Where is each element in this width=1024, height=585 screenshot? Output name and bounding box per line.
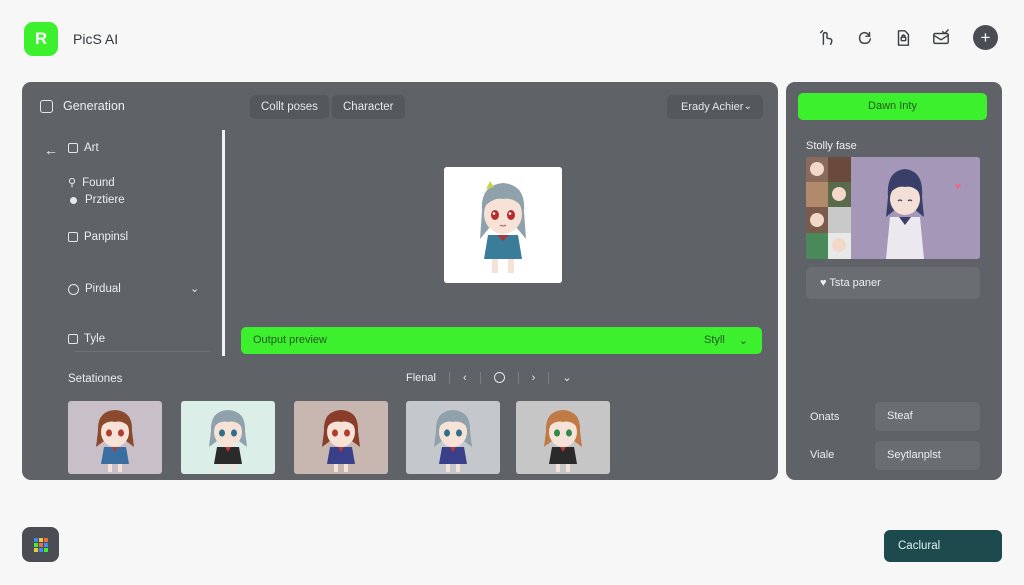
field-label: Viale — [810, 449, 835, 461]
app-logo[interactable]: R — [24, 22, 58, 56]
selection-controls: Flenal ‹ › ⌄ — [406, 371, 572, 384]
mail-check-icon[interactable] — [929, 26, 953, 50]
test-panel-label: Tsta paner — [829, 277, 881, 289]
add-button[interactable]: + — [973, 25, 998, 50]
dot-icon — [70, 196, 77, 204]
top-bar: R PicS AI + — [0, 0, 1024, 78]
style-panel: Dawn Inty Stolly fase ♥ Tsta paner Onats… — [786, 82, 1002, 480]
back-arrow-icon[interactable]: ← — [44, 142, 58, 158]
top-toolbar: + — [815, 25, 998, 50]
output-style-label: Styll — [704, 334, 725, 346]
thumbnail-4[interactable] — [406, 401, 500, 474]
apps-grid-button[interactable] — [22, 527, 59, 562]
splitter-handle[interactable] — [222, 130, 225, 356]
tab-poses[interactable]: Collt poses — [250, 95, 329, 119]
sidebar-item-panpinsl[interactable]: Panpinsl — [68, 231, 128, 243]
sidebar-item-found[interactable]: ⚲ Found — [68, 176, 115, 190]
panel-title: Generation — [40, 99, 125, 113]
next-icon[interactable]: › — [532, 372, 536, 384]
generation-icon — [40, 99, 53, 113]
search-icon: ⚲ — [68, 177, 77, 189]
preview-image — [444, 167, 562, 283]
sidebar-item-label: Panpinsl — [84, 231, 129, 243]
thumbnail-3[interactable] — [294, 401, 388, 474]
character-illustration — [444, 167, 562, 283]
thumbnail-character — [544, 410, 582, 472]
document-lock-icon[interactable] — [891, 26, 915, 50]
thumbnail-character — [322, 410, 360, 472]
thumbnail-5[interactable] — [516, 401, 610, 474]
separator — [448, 371, 450, 384]
calculate-button[interactable]: Caclural — [884, 530, 1002, 562]
clipboard-icon — [68, 232, 78, 242]
panel-title-label: Generation — [63, 99, 125, 113]
style-select[interactable]: Erady Achier ⌄ — [667, 95, 763, 119]
art-icon — [68, 143, 78, 153]
prev-icon[interactable]: ‹ — [463, 372, 467, 384]
reset-icon[interactable] — [493, 372, 505, 383]
sidebar-item-label: Tyle — [84, 333, 106, 345]
chevron-down-icon[interactable]: ⌄ — [190, 282, 199, 295]
selections-label: Setationes — [68, 373, 123, 385]
field-value[interactable]: Steaf — [875, 402, 980, 431]
output-preview-bar[interactable]: Output preview Styll ⌄ — [241, 327, 762, 354]
style-collage-illustration — [806, 157, 980, 259]
chevron-down-icon[interactable]: ⌄ — [562, 371, 571, 384]
app-name: PicS AI — [73, 31, 119, 47]
tab-character[interactable]: Character — [332, 95, 405, 119]
text-icon — [68, 334, 78, 344]
filter-label[interactable]: Flenal — [406, 372, 436, 384]
hand-pointer-icon[interactable] — [815, 26, 839, 50]
generation-panel: Generation Collt poses Character Erady A… — [22, 82, 778, 480]
separator — [548, 371, 550, 384]
thumbnail-character — [209, 410, 247, 472]
sidebar-item-label: Prztiere — [85, 194, 125, 206]
sidebar-item-prztiere[interactable]: Prztiere — [68, 194, 125, 206]
output-preview-label: Output preview — [253, 334, 327, 346]
test-panel-button[interactable]: ♥ Tsta paner — [806, 267, 980, 299]
field-label: Onats — [810, 411, 840, 423]
chevron-down-icon: ⌄ — [738, 335, 748, 347]
heart-icon: ♥ — [820, 277, 827, 289]
grid-icon — [33, 537, 48, 552]
download-button[interactable]: Dawn Inty — [798, 93, 987, 120]
sidebar-item-label: Found — [82, 176, 115, 189]
thumbnail-character — [434, 410, 472, 472]
sidebar-divider — [74, 351, 209, 352]
logo-letter: R — [34, 29, 48, 48]
gear-icon — [68, 283, 79, 295]
plus-icon: + — [980, 27, 991, 47]
style-label: Stolly fase — [806, 140, 857, 152]
style-reference-image[interactable] — [806, 157, 980, 259]
separator — [517, 371, 519, 384]
sidebar-item-label: Pirdual — [85, 283, 121, 295]
sidebar-item-tyle[interactable]: Tyle — [68, 333, 105, 345]
output-style-select[interactable]: Styll ⌄ — [704, 334, 748, 347]
sidebar-item-art[interactable]: Art — [68, 142, 99, 154]
sidebar-item-pirdual[interactable]: Pirdual — [68, 283, 121, 295]
sidebar: ← Art ⚲ Found Prztiere Panpinsl Pirdual … — [22, 128, 222, 358]
style-select-value: Erady Achier — [681, 101, 744, 113]
thumbnail-1[interactable] — [68, 401, 162, 474]
thumbnail-2[interactable] — [181, 401, 275, 474]
thumbnail-character — [96, 410, 134, 472]
separator — [479, 371, 481, 384]
field-value[interactable]: Seytlanplst — [875, 441, 980, 470]
sidebar-item-label: Art — [84, 142, 99, 154]
refresh-icon[interactable] — [853, 26, 877, 50]
chevron-down-icon: ⌄ — [743, 101, 752, 112]
